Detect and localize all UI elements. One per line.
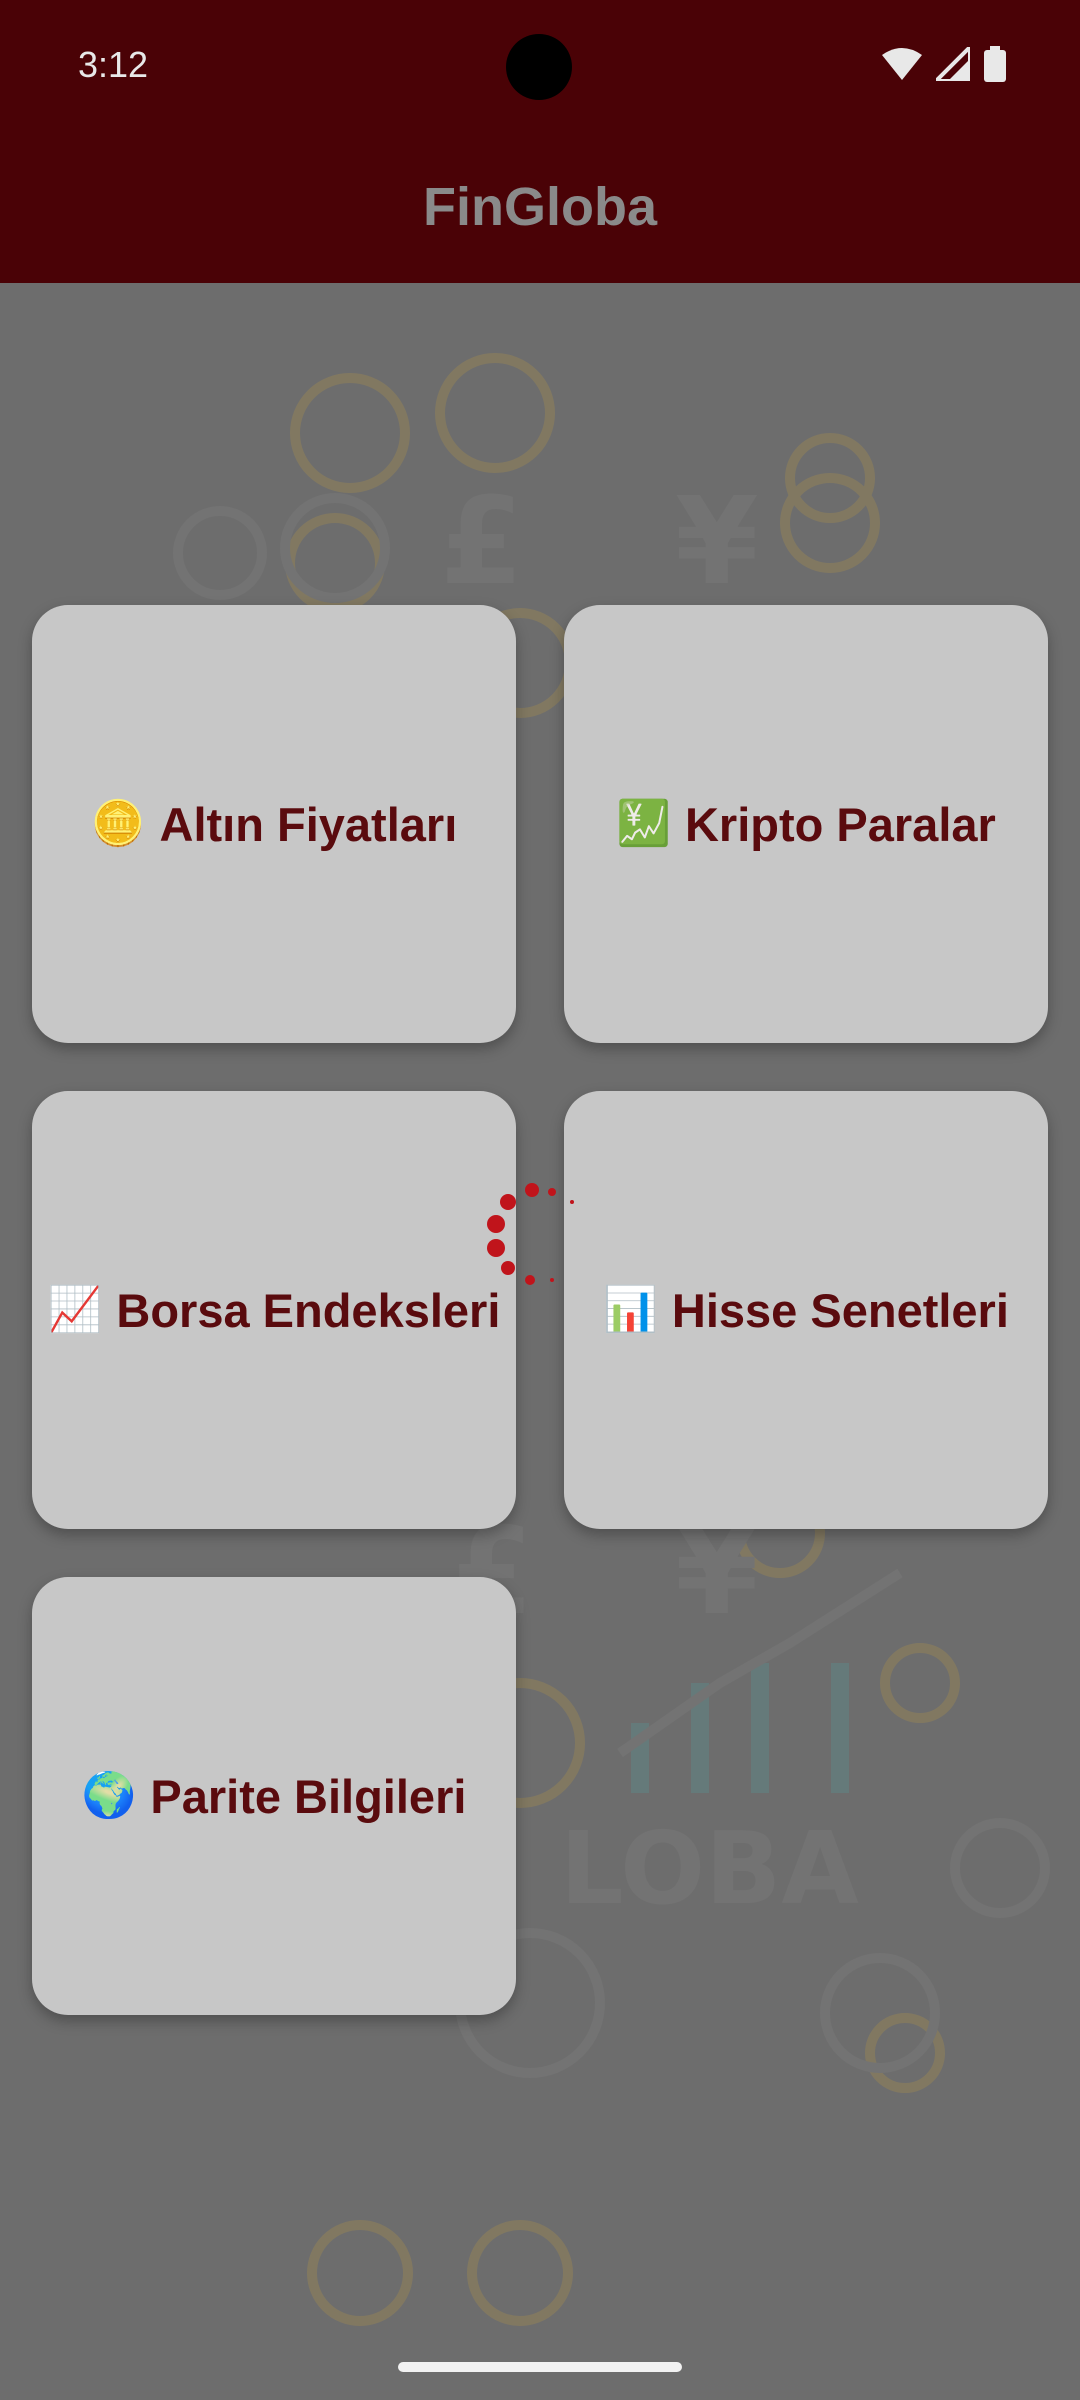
crypto-label: 💹 Kripto Paralar xyxy=(616,797,996,852)
screen: £ ¥ £ ¥ LOBA 3:12 FinGloba 🪙 Altın Fiyat… xyxy=(0,0,1080,2400)
shares-label: 📊 Hisse Senetleri xyxy=(603,1283,1009,1338)
svg-text:¥: ¥ xyxy=(675,473,759,612)
status-time: 3:12 xyxy=(78,44,149,85)
gold-prices-card[interactable]: 🪙 Altın Fiyatları xyxy=(32,605,516,1043)
crypto-card[interactable]: 💹 Kripto Paralar xyxy=(564,605,1048,1043)
chart-increasing-icon: 📈 xyxy=(47,1285,103,1334)
stock-indices-card[interactable]: 📈 Borsa Endeksleri xyxy=(32,1091,516,1529)
coin-icon: 🪙 xyxy=(90,799,146,848)
camera-cutout xyxy=(506,34,572,100)
globe-icon: 🌍 xyxy=(81,1771,137,1820)
chart-yen-icon: 💹 xyxy=(616,799,671,848)
shares-card[interactable]: 📊 Hisse Senetleri xyxy=(564,1091,1048,1529)
loading-spinner xyxy=(487,1183,574,1285)
shares-text: Hisse Senetleri xyxy=(671,1283,1009,1337)
crypto-text: Kripto Paralar xyxy=(684,797,996,851)
svg-text:LOBA: LOBA xyxy=(560,1810,859,1927)
parity-label: 🌍 Parite Bilgileri xyxy=(82,1769,467,1824)
svg-text:£: £ xyxy=(440,473,524,612)
status-icons xyxy=(882,46,1006,82)
signal-icon xyxy=(936,47,970,81)
gold-prices-label: 🪙 Altın Fiyatları xyxy=(91,797,458,852)
stock-indices-label: 📈 Borsa Endeksleri xyxy=(48,1283,501,1338)
stock-indices-text: Borsa Endeksleri xyxy=(116,1283,501,1337)
gold-prices-text: Altın Fiyatları xyxy=(159,797,458,851)
wifi-icon xyxy=(882,48,922,80)
parity-card[interactable]: 🌍 Parite Bilgileri xyxy=(32,1577,516,2015)
app-title: FinGloba xyxy=(423,177,657,237)
bar-chart-icon: 📊 xyxy=(603,1285,658,1334)
battery-icon xyxy=(984,46,1006,82)
home-indicator[interactable] xyxy=(398,2362,682,2372)
parity-text: Parite Bilgileri xyxy=(150,1769,467,1823)
